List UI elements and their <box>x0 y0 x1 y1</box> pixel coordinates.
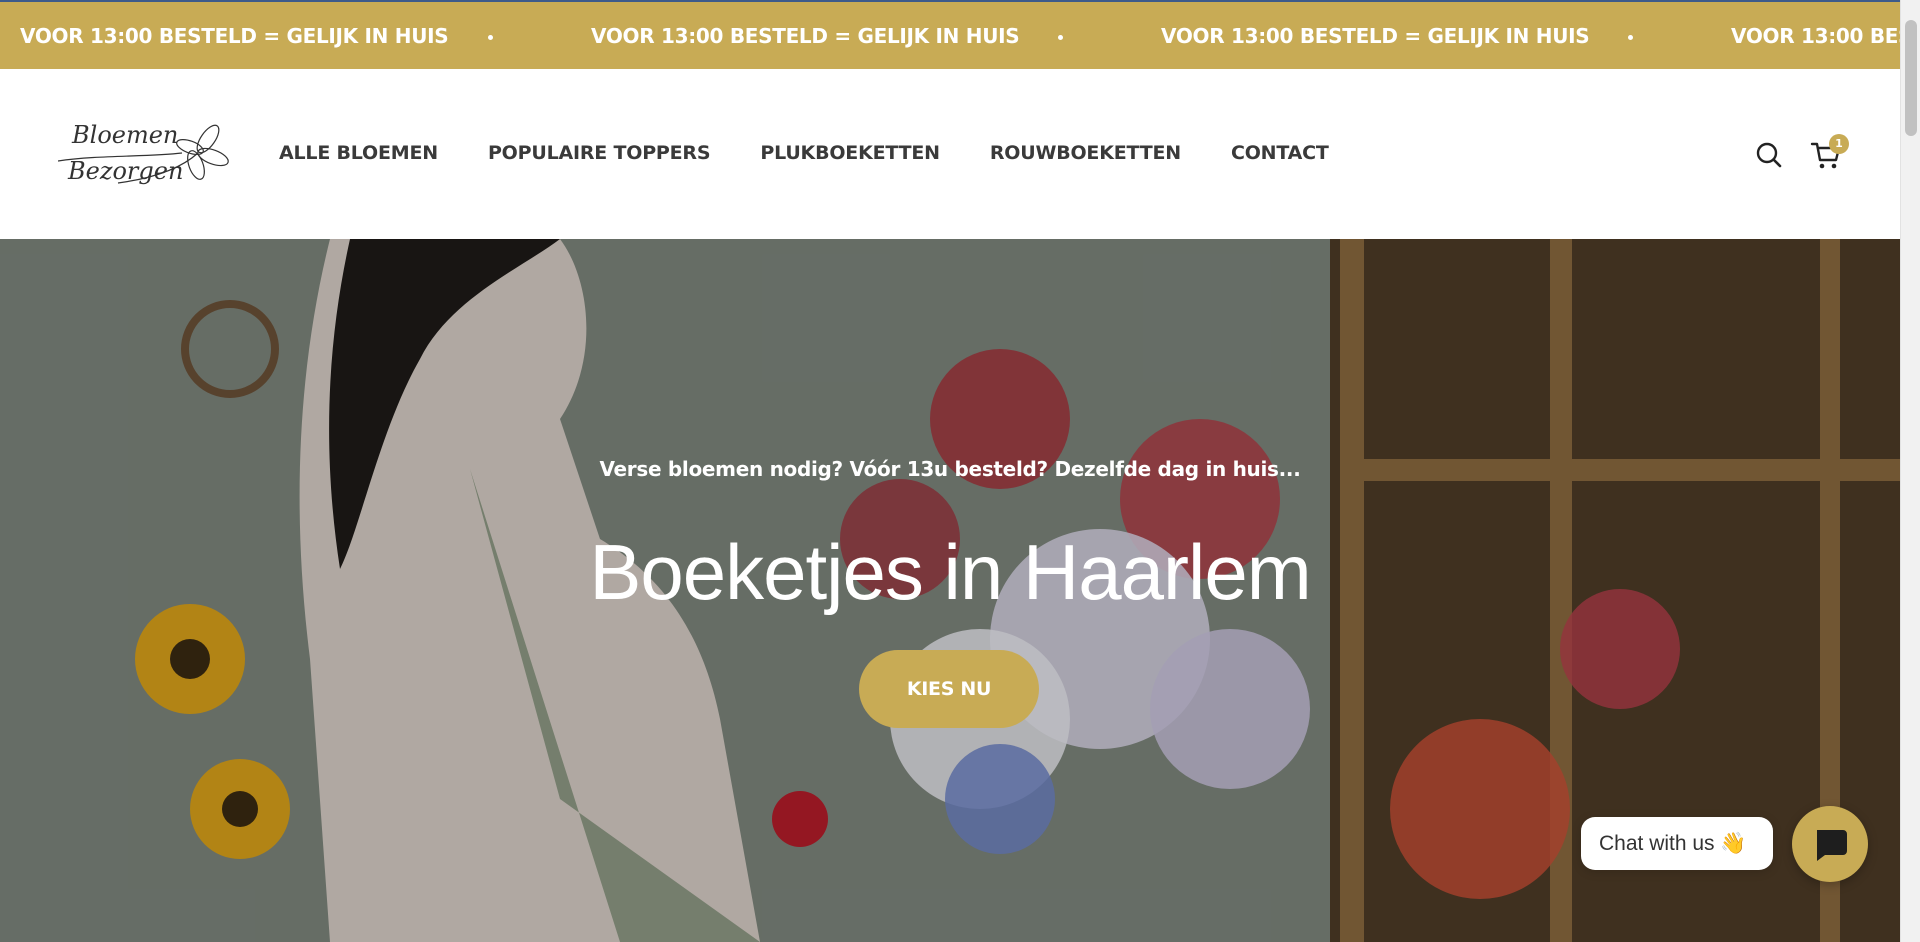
nav-item-alle-bloemen[interactable]: ALLE BLOEMEN <box>279 142 438 164</box>
announcement-separator <box>1058 35 1063 40</box>
nav-item-plukboeketten[interactable]: PLUKBOEKETTEN <box>760 142 940 164</box>
chat-with-us-bubble[interactable]: Chat with us 👋 <box>1581 817 1773 870</box>
cart-count-badge: 1 <box>1829 134 1849 154</box>
logo-text-line2: Bezorgen <box>67 157 183 185</box>
logo-text-line1: Bloemen <box>71 121 178 149</box>
nav-item-contact[interactable]: CONTACT <box>1231 142 1329 164</box>
announcement-text: VOOR 13:00 BESTELD = GELIJK IN HUIS <box>20 24 449 48</box>
announcement-text: VOOR 13:00 BESTELD = GELIJK IN HUIS <box>591 24 1020 48</box>
announcement-text: VOOR 13:00 BESTELD = GELIJK IN HUIS <box>1161 24 1590 48</box>
scrollbar-thumb[interactable] <box>1905 20 1917 136</box>
hero-subtitle: Verse bloemen nodig? Vóór 13u besteld? D… <box>599 457 1301 481</box>
main-nav: ALLE BLOEMEN POPULAIRE TOPPERS PLUKBOEKE… <box>279 142 1329 164</box>
search-button[interactable] <box>1755 141 1783 169</box>
announcement-separator <box>488 35 493 40</box>
announcement-bar: VOOR 13:00 BESTELD = GELIJK IN HUIS VOOR… <box>0 0 1900 69</box>
hero-title: Boeketjes in Haarlem <box>589 528 1311 616</box>
page-scrollbar[interactable] <box>1900 0 1920 942</box>
wave-emoji: 👋 <box>1720 832 1747 855</box>
announcement-text: VOOR 13:00 BESTELD = GELIJK IN HUIS <box>1731 24 1900 48</box>
nav-item-rouwboeketten[interactable]: ROUWBOEKETTEN <box>990 142 1181 164</box>
chat-icon <box>1817 830 1847 861</box>
announcement-separator <box>1628 35 1633 40</box>
logo[interactable]: Bloemen Bezorgen <box>58 109 230 201</box>
nav-item-populaire-toppers[interactable]: POPULAIRE TOPPERS <box>488 142 711 164</box>
kies-nu-button[interactable]: KIES NU <box>859 650 1039 728</box>
chat-button[interactable] <box>1792 806 1868 882</box>
chat-label: Chat with us <box>1599 832 1715 855</box>
search-icon <box>1756 142 1782 168</box>
site-header: Bloemen Bezorgen ALLE BLOEMEN POPULAIRE … <box>0 69 1900 239</box>
